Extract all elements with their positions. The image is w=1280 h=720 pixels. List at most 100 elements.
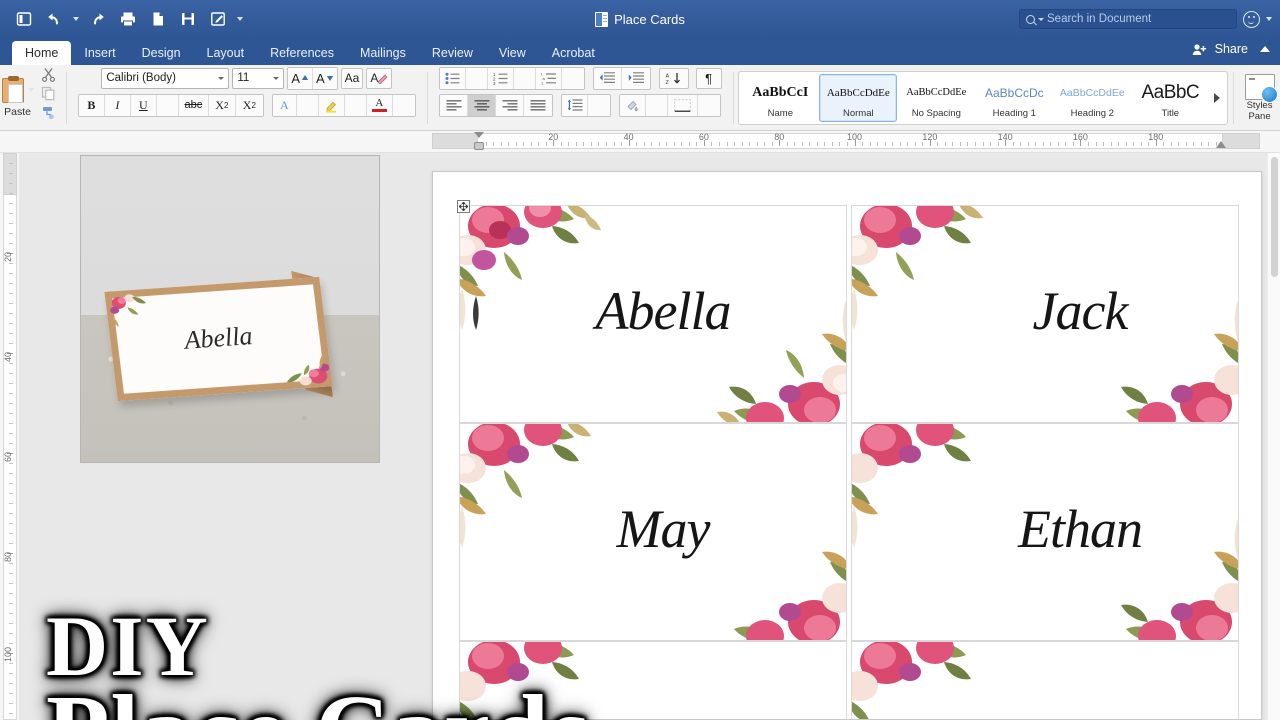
- align-left-icon[interactable]: [440, 94, 469, 116]
- copy-icon[interactable]: [39, 86, 57, 102]
- line-spacing-dropdown-icon[interactable]: [588, 94, 611, 116]
- bullet-list-dropdown-icon[interactable]: [465, 67, 488, 89]
- font-name-select[interactable]: Calibri (Body): [101, 67, 230, 89]
- multilevel-list-icon[interactable]: ia1: [535, 67, 562, 89]
- decrease-indent-icon[interactable]: [593, 67, 622, 89]
- style-item-normal[interactable]: AaBbCcDdEe Normal: [819, 73, 898, 122]
- highlight-button[interactable]: [318, 94, 345, 116]
- scrollbar-thumb[interactable]: [1271, 157, 1278, 277]
- increase-indent-icon[interactable]: [621, 67, 650, 89]
- style-label: No Spacing: [911, 107, 961, 119]
- title-right-cluster: Search in Document: [1019, 0, 1272, 38]
- underline-dropdown-icon[interactable]: [156, 94, 179, 116]
- ruler-tick: [1012, 142, 1014, 146]
- tab-layout[interactable]: Layout: [194, 41, 258, 65]
- search-dropdown-icon[interactable]: [1038, 17, 1044, 21]
- clear-formatting-button[interactable]: A: [366, 67, 393, 89]
- cut-icon[interactable]: [39, 67, 57, 83]
- style-item-no-spacing[interactable]: AaBbCcDdEe No Spacing: [897, 74, 975, 122]
- place-card-cell[interactable]: May: [459, 423, 847, 641]
- table-move-handle[interactable]: [457, 200, 470, 213]
- tab-insert[interactable]: Insert: [71, 41, 128, 65]
- strikethrough-button[interactable]: abc: [178, 94, 209, 116]
- subscript-button[interactable]: X2: [208, 94, 236, 116]
- font-color-button[interactable]: A: [366, 94, 393, 116]
- font-size-select[interactable]: 11: [232, 67, 285, 89]
- vertical-scrollbar[interactable]: [1267, 153, 1280, 720]
- horizontal-ruler[interactable]: 20 40 60 80 100 120 140 160 180: [0, 131, 1280, 153]
- place-card-cell[interactable]: Ethan: [851, 423, 1239, 641]
- collapse-ribbon-icon[interactable]: [1260, 46, 1270, 52]
- italic-button[interactable]: I: [104, 94, 131, 116]
- paste-dropdown-icon[interactable]: [27, 88, 34, 92]
- feedback-dropdown-icon[interactable]: [1266, 17, 1272, 21]
- paste-icon[interactable]: [1, 75, 24, 103]
- shading-dropdown-icon[interactable]: [646, 94, 669, 116]
- format-painter-icon[interactable]: [39, 105, 57, 121]
- tab-acrobat[interactable]: Acrobat: [539, 41, 608, 65]
- ruler-tick: [1193, 142, 1195, 146]
- tab-design[interactable]: Design: [129, 41, 194, 65]
- style-item-heading-1[interactable]: AaBbCcDc Heading 1: [975, 74, 1053, 122]
- ruler-tick: [658, 142, 660, 146]
- redo-icon[interactable]: [84, 6, 112, 32]
- left-indent-marker[interactable]: [474, 142, 484, 150]
- superscript-button[interactable]: X2: [235, 94, 263, 116]
- undo-dropdown-icon[interactable]: [70, 6, 82, 32]
- place-card-cell[interactable]: [851, 641, 1239, 719]
- share-button[interactable]: Share: [1215, 42, 1248, 56]
- tab-references[interactable]: References: [257, 41, 347, 65]
- bold-button[interactable]: B: [78, 94, 105, 116]
- style-item-name[interactable]: AaBbCcI Name: [741, 74, 819, 122]
- customize-toolbar-icon[interactable]: [234, 6, 246, 32]
- place-card-cell[interactable]: [459, 641, 847, 719]
- undo-icon[interactable]: [40, 6, 68, 32]
- feedback-smiley-icon[interactable]: [1243, 10, 1260, 28]
- grow-font-button[interactable]: A: [288, 67, 313, 89]
- tab-review[interactable]: Review: [419, 41, 486, 65]
- align-right-icon[interactable]: [496, 94, 525, 116]
- numbered-list-dropdown-icon[interactable]: [513, 67, 536, 89]
- multilevel-list-dropdown-icon[interactable]: [561, 67, 584, 89]
- ruler-tick: [613, 142, 615, 146]
- align-center-icon[interactable]: [468, 94, 497, 116]
- document-page[interactable]: Abella Jack May Ethan: [432, 171, 1262, 720]
- show-formatting-marks-button[interactable]: ¶: [695, 67, 722, 89]
- style-item-title[interactable]: AaBbC Title: [1131, 74, 1209, 122]
- sidebar-toggle-icon[interactable]: [10, 6, 38, 32]
- underline-button[interactable]: U: [130, 94, 157, 116]
- text-effects-dropdown-icon[interactable]: [296, 94, 319, 116]
- borders-icon[interactable]: [668, 94, 699, 116]
- search-input[interactable]: Search in Document: [1019, 9, 1237, 29]
- numbered-list-icon[interactable]: 123: [487, 67, 514, 89]
- first-line-indent-marker[interactable]: [474, 132, 484, 138]
- style-item-heading-2[interactable]: AaBbCcDdEe Heading 2: [1053, 74, 1131, 122]
- highlight-dropdown-icon[interactable]: [344, 94, 367, 116]
- tab-view[interactable]: View: [486, 41, 539, 65]
- save-icon[interactable]: [174, 6, 202, 32]
- new-document-icon[interactable]: [144, 6, 172, 32]
- line-spacing-icon[interactable]: [562, 94, 589, 116]
- bullet-list-icon[interactable]: [439, 67, 466, 89]
- ruler-number: 160: [1072, 132, 1088, 142]
- styles-pane-button[interactable]: Styles Pane: [1239, 73, 1280, 122]
- shrink-font-button[interactable]: A: [312, 67, 337, 89]
- vertical-ruler[interactable]: 20 40 60 80 100: [0, 153, 20, 720]
- print-icon[interactable]: [114, 6, 142, 32]
- text-effects-button[interactable]: A: [272, 94, 297, 116]
- ruler-tick: [636, 142, 638, 146]
- place-card-cell[interactable]: Abella: [459, 205, 847, 423]
- justify-icon[interactable]: [524, 94, 553, 116]
- borders-dropdown-icon[interactable]: [698, 94, 721, 116]
- tab-mailings[interactable]: Mailings: [347, 41, 419, 65]
- ruler-tick: [508, 142, 510, 146]
- tab-home[interactable]: Home: [12, 41, 72, 65]
- shading-icon[interactable]: [620, 94, 647, 116]
- sort-icon[interactable]: AZ: [658, 67, 689, 89]
- place-card-cell[interactable]: Jack: [851, 205, 1239, 423]
- right-indent-marker[interactable]: [1216, 141, 1226, 148]
- font-color-dropdown-icon[interactable]: [392, 94, 415, 116]
- styles-more-icon[interactable]: [1209, 74, 1225, 122]
- track-changes-icon[interactable]: [204, 6, 232, 32]
- change-case-button[interactable]: Aa: [340, 67, 364, 89]
